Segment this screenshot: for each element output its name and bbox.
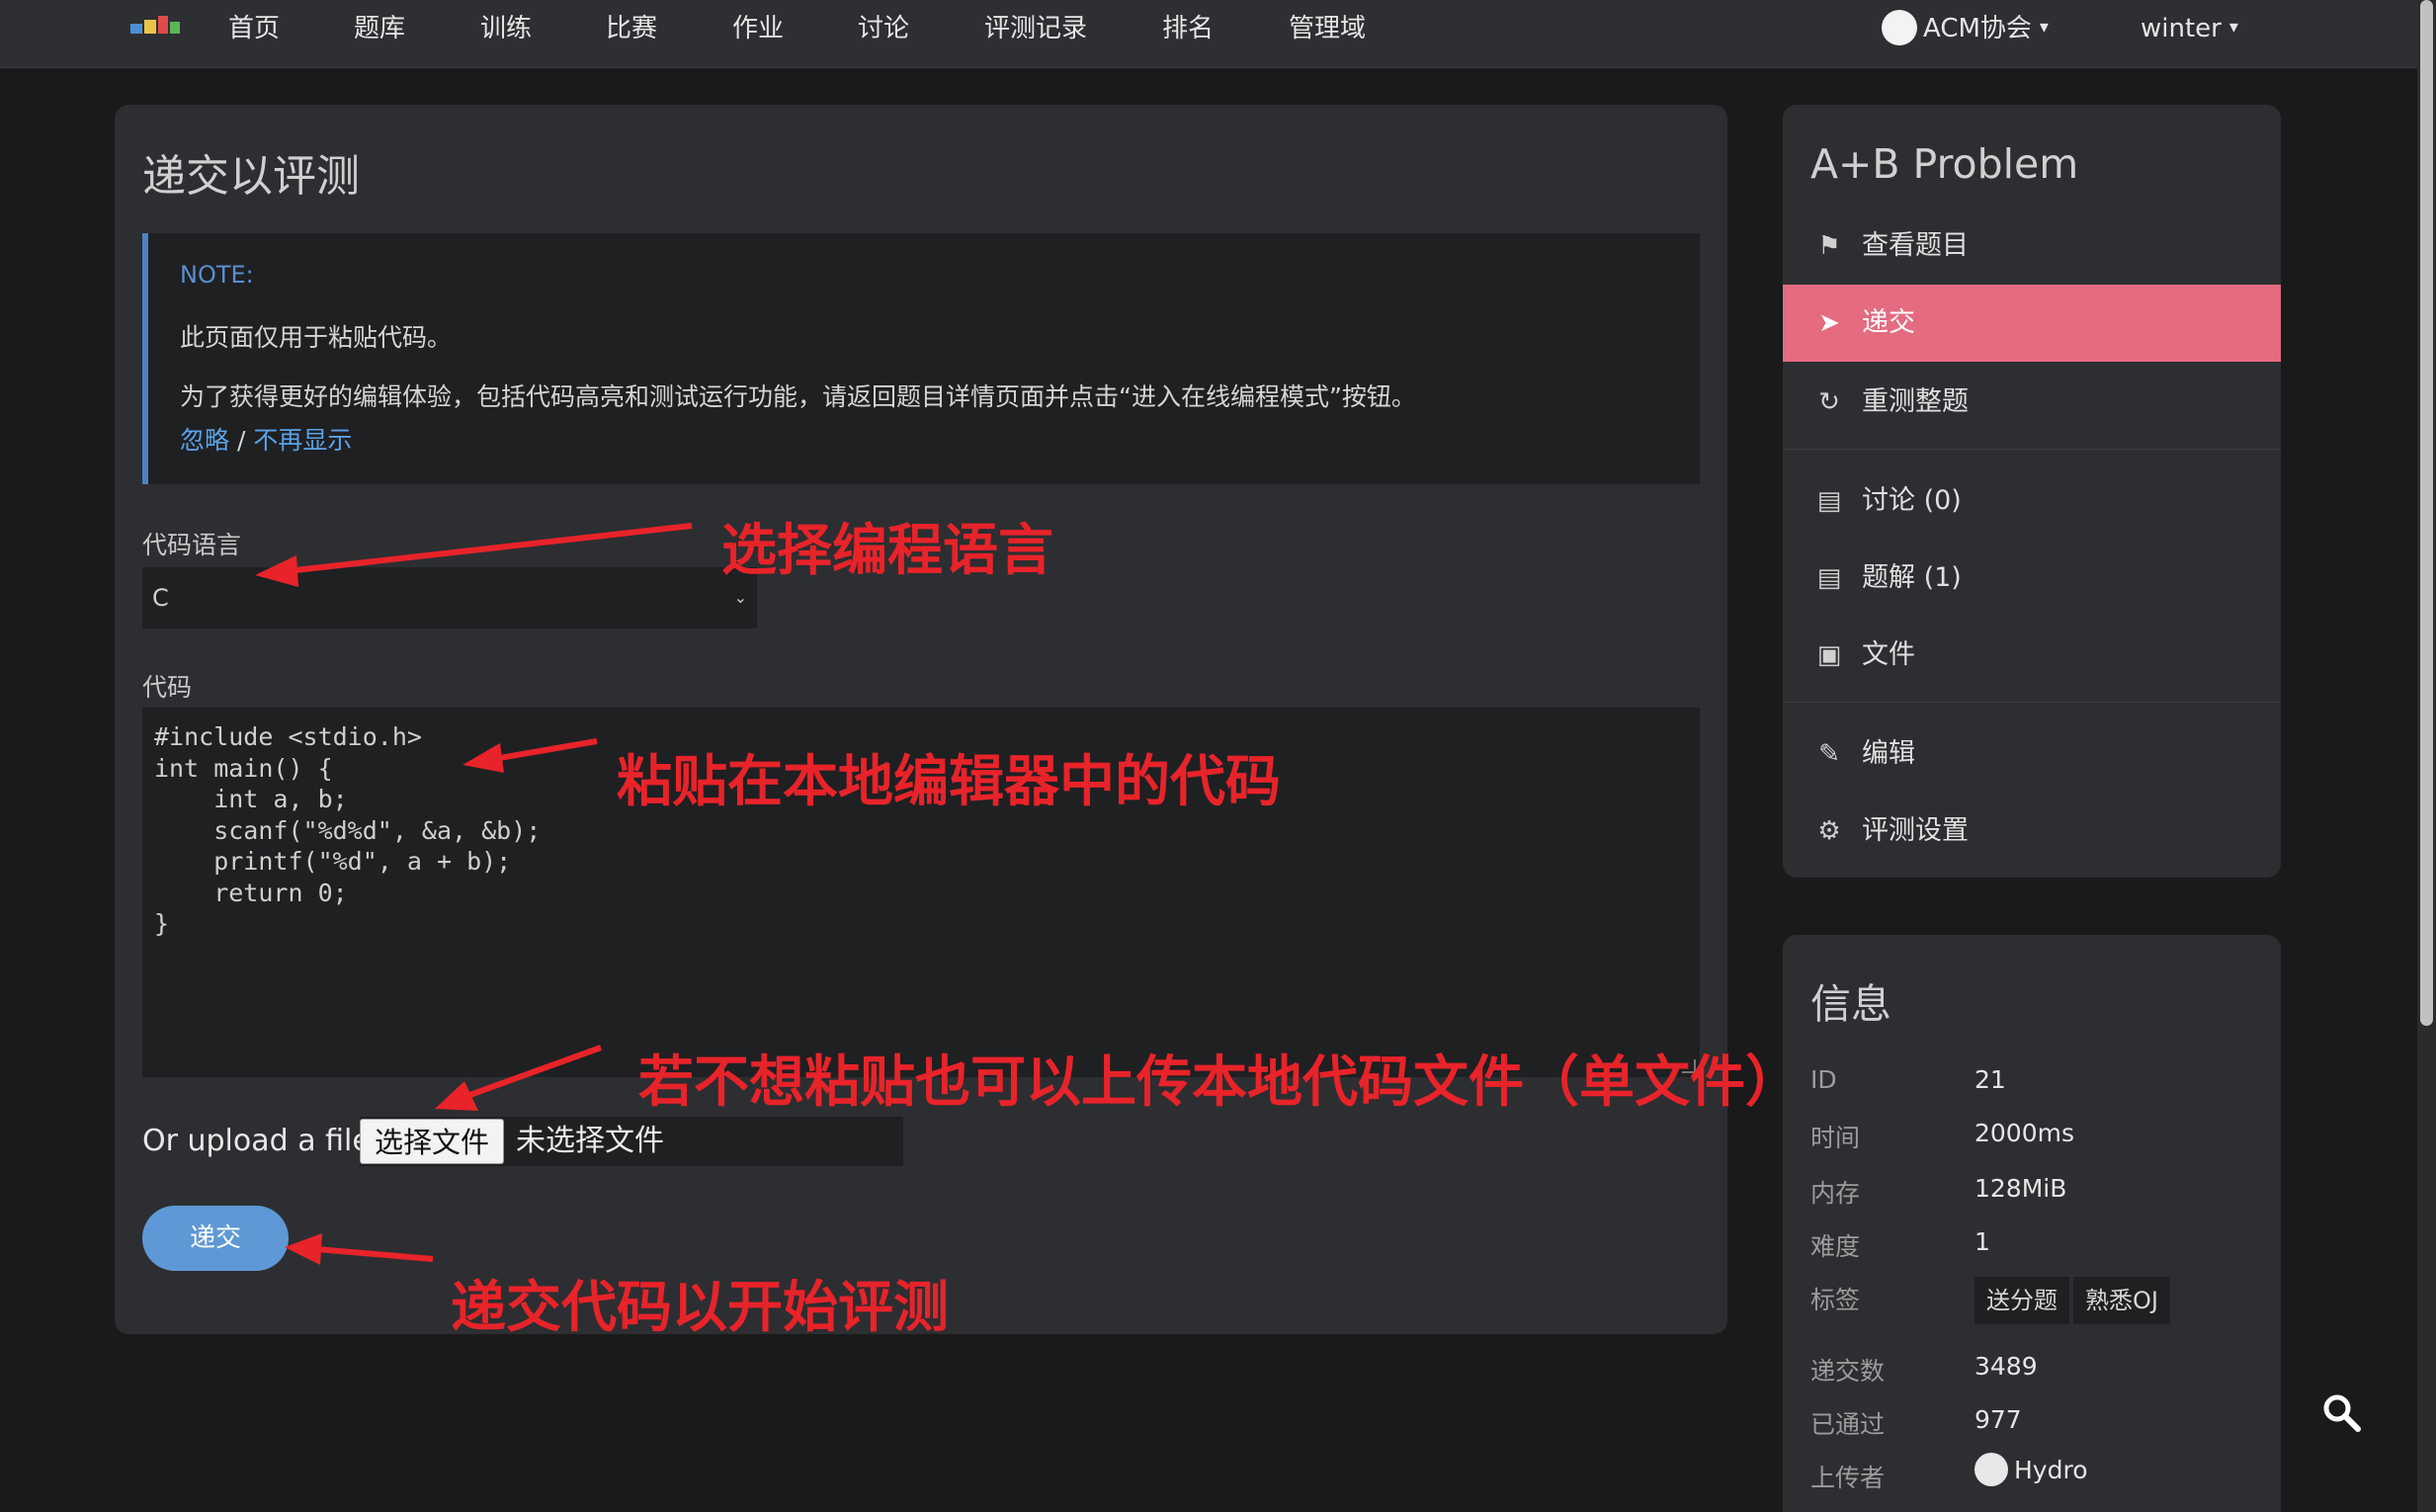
uploader-name: Hydro xyxy=(2014,1456,2088,1484)
menu-divider xyxy=(1783,702,2281,703)
nav-records[interactable]: 评测记录 xyxy=(984,10,1087,49)
domain-label: ACM协会 xyxy=(1923,14,2032,43)
annotation-upload: 若不想粘贴也可以上传本地代码文件（单文件） xyxy=(638,1050,1801,1115)
note-links: 忽略 / 不再显示 xyxy=(180,421,352,457)
info-val-memory: 128MiB xyxy=(1974,1174,2067,1203)
nav-discussion[interactable]: 讨论 xyxy=(858,10,909,49)
nav-problems[interactable]: 题库 xyxy=(354,10,405,49)
scrollbar-thumb[interactable] xyxy=(2420,0,2433,1026)
domain-avatar xyxy=(1882,9,1917,45)
menu-label: 讨论 (0) xyxy=(1862,485,1962,516)
note-title: NOTE: xyxy=(180,261,254,289)
nav-home[interactable]: 首页 xyxy=(228,10,280,49)
username-label: winter xyxy=(2141,14,2222,43)
code-label: 代码 xyxy=(142,673,193,702)
info-key-accepted: 已通过 xyxy=(1810,1410,1886,1439)
language-select[interactable]: C ⌄ xyxy=(142,567,757,629)
link-separator: / xyxy=(229,426,254,455)
annotation-submit: 递交代码以开始评测 xyxy=(451,1276,949,1340)
info-val-difficulty: 1 xyxy=(1974,1227,1990,1256)
note-line-2: 为了获得更好的编辑体验，包括代码高亮和测试运行功能，请返回题目详情页面并点击“进… xyxy=(180,382,1416,411)
info-key-memory: 内存 xyxy=(1810,1179,1861,1208)
info-key-difficulty: 难度 xyxy=(1810,1232,1861,1261)
problem-title: A+B Problem xyxy=(1810,140,2079,188)
page-title: 递交以评测 xyxy=(142,151,360,202)
info-val-time: 2000ms xyxy=(1974,1119,2075,1147)
nav-contest[interactable]: 比赛 xyxy=(606,10,657,49)
upload-label: Or upload a file: xyxy=(142,1124,380,1158)
info-val-id: 21 xyxy=(1974,1065,2006,1094)
user-menu[interactable]: winter ▾ xyxy=(2141,10,2238,49)
gear-icon: ⚙ xyxy=(1817,816,1841,846)
note-box: NOTE: 此页面仅用于粘贴代码。 为了获得更好的编辑体验，包括代码高亮和测试运… xyxy=(142,233,1700,484)
nav-ranking[interactable]: 排名 xyxy=(1162,10,1214,49)
menu-label: 查看题目 xyxy=(1862,230,1969,261)
info-key-uploader: 上传者 xyxy=(1810,1464,1886,1492)
menu-label: 重测整题 xyxy=(1862,386,1969,417)
pencil-icon: ✎ xyxy=(1818,739,1840,769)
problem-nav-card: A+B Problem ⚑ 查看题目 ➤ 递交 ↻ 重测整题 ▤ 讨论 (0) … xyxy=(1783,105,2281,878)
menu-discussion[interactable]: ▤ 讨论 (0) xyxy=(1783,462,2281,540)
nav-manage-domain[interactable]: 管理域 xyxy=(1289,10,1366,49)
ignore-link[interactable]: 忽略 xyxy=(180,426,229,455)
comment-icon: ▤ xyxy=(1816,563,1842,593)
info-title: 信息 xyxy=(1810,980,1891,1028)
menu-edit[interactable]: ✎ 编辑 xyxy=(1783,715,2281,793)
chevron-down-icon: ▾ xyxy=(2228,17,2238,38)
menu-label: 文件 xyxy=(1862,639,1915,670)
never-show-link[interactable]: 不再显示 xyxy=(253,426,352,455)
language-label: 代码语言 xyxy=(142,531,242,559)
file-input[interactable]: 选择文件 未选择文件 xyxy=(360,1117,903,1166)
menu-rejudge[interactable]: ↻ 重测整题 xyxy=(1783,364,2281,441)
chevron-down-icon: ▾ xyxy=(2039,17,2049,38)
submit-panel: 递交以评测 NOTE: 此页面仅用于粘贴代码。 为了获得更好的编辑体验，包括代码… xyxy=(115,105,1727,1334)
menu-files[interactable]: ▣ 文件 xyxy=(1783,617,2281,694)
nav-training[interactable]: 训练 xyxy=(480,10,532,49)
note-line-1: 此页面仅用于粘贴代码。 xyxy=(180,323,453,352)
menu-label: 递交 xyxy=(1862,307,1915,338)
info-tags: 送分题 熟悉OJ xyxy=(1974,1277,2174,1324)
menu-label: 评测设置 xyxy=(1862,815,1969,846)
tag-chip[interactable]: 送分题 xyxy=(1974,1277,2069,1324)
info-key-time: 时间 xyxy=(1810,1124,1861,1152)
top-navbar: 首页 题库 训练 比赛 作业 讨论 评测记录 排名 管理域 ACM协会 ▾ win… xyxy=(0,0,2417,68)
menu-label: 题解 (1) xyxy=(1862,562,1962,593)
menu-divider xyxy=(1783,449,2281,450)
info-val-submissions[interactable]: 3489 xyxy=(1974,1352,2038,1381)
no-file-text: 未选择文件 xyxy=(516,1124,664,1158)
info-val-accepted: 977 xyxy=(1974,1405,2022,1434)
menu-label: 编辑 xyxy=(1862,738,1915,769)
flag-icon: ⚑ xyxy=(1817,231,1841,261)
info-key-tags: 标签 xyxy=(1810,1286,1861,1314)
menu-view-problem[interactable]: ⚑ 查看题目 xyxy=(1783,208,2281,285)
image-file-icon: ▣ xyxy=(1816,640,1842,670)
menu-submit[interactable]: ➤ 递交 xyxy=(1783,285,2281,362)
domain-switcher[interactable]: ACM协会 ▾ xyxy=(1882,9,2049,49)
tag-chip[interactable]: 熟悉OJ xyxy=(2073,1277,2170,1324)
info-val-uploader[interactable]: Hydro xyxy=(1974,1453,2088,1488)
language-value: C xyxy=(152,584,169,612)
menu-judge-settings[interactable]: ⚙ 评测设置 xyxy=(1783,793,2281,870)
annotation-code: 粘贴在本地编辑器中的代码 xyxy=(617,750,1281,814)
uploader-avatar xyxy=(1974,1453,2008,1486)
send-icon: ➤ xyxy=(1818,308,1840,338)
problem-info-card: 信息 ID 21 时间 2000ms 内存 128MiB 难度 1 标签 送分题… xyxy=(1783,935,2281,1512)
search-icon[interactable] xyxy=(2320,1391,2364,1435)
site-logo[interactable] xyxy=(130,14,180,36)
nav-homework[interactable]: 作业 xyxy=(732,10,784,49)
menu-solutions[interactable]: ▤ 题解 (1) xyxy=(1783,540,2281,617)
info-key-id: ID xyxy=(1810,1065,1837,1094)
annotation-language: 选择编程语言 xyxy=(721,519,1053,583)
comment-icon: ▤ xyxy=(1816,486,1842,516)
choose-file-button[interactable]: 选择文件 xyxy=(360,1119,504,1164)
submit-button[interactable]: 递交 xyxy=(142,1206,289,1271)
refresh-icon: ↻ xyxy=(1818,387,1840,417)
info-key-submissions: 递交数 xyxy=(1810,1357,1886,1386)
